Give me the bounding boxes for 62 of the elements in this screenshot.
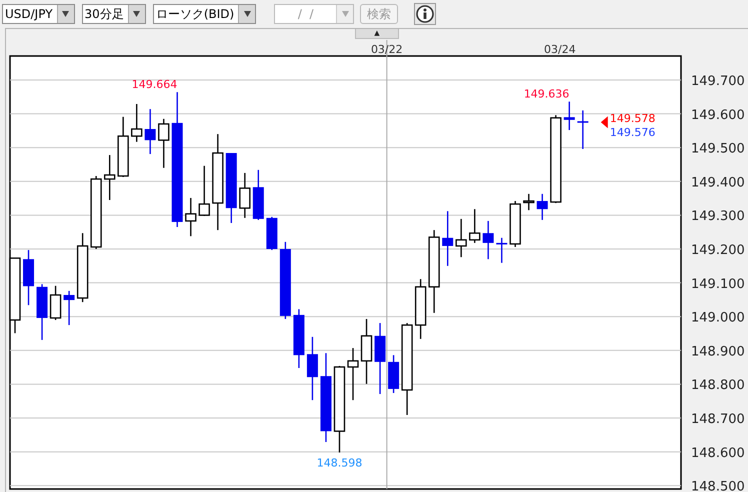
price-axis-label: 148.900	[691, 344, 745, 360]
candlestick	[442, 211, 454, 266]
candlestick	[64, 290, 75, 326]
interval-select[interactable]: 30分足	[82, 4, 146, 24]
price-axis-label: 148.500	[691, 480, 745, 492]
candlestick	[347, 348, 359, 400]
price-axis-label: 149.100	[691, 276, 745, 292]
price-axis-label: 149.300	[691, 209, 745, 224]
candlestick	[577, 110, 588, 149]
candlestick	[360, 318, 372, 384]
candlestick	[510, 201, 521, 247]
candlestick	[104, 155, 116, 200]
candlestick	[252, 170, 264, 220]
candlestick	[496, 238, 508, 263]
candlestick	[388, 355, 400, 393]
candlestick	[293, 309, 304, 368]
price-axis-label: 148.700	[691, 412, 745, 428]
candlestick	[36, 284, 48, 340]
candlestick	[306, 336, 318, 400]
price-axis-label: 149.200	[691, 243, 745, 258]
candlestick	[523, 194, 534, 210]
currency-pair-select[interactable]: USD/JPY	[2, 4, 75, 24]
candlestick	[118, 116, 129, 177]
candlestick	[144, 109, 156, 154]
candlestick	[374, 323, 386, 394]
candlestick	[564, 102, 575, 130]
price-marker-icon	[600, 116, 608, 128]
ask-price-label: 149.578	[610, 112, 656, 126]
chart-type-select[interactable]: ローソク(BID)	[152, 4, 256, 24]
price-axis-label: 149.700	[691, 74, 745, 89]
candlestick	[198, 166, 210, 216]
price-axis-label: 148.800	[691, 378, 745, 394]
candlestick	[23, 250, 34, 306]
candlestick	[185, 198, 196, 236]
info-icon	[416, 5, 434, 23]
candlestick	[131, 104, 142, 142]
high-price-label: 149.636	[524, 88, 570, 101]
candlestick	[76, 233, 88, 302]
date-axis-label: 03/24	[544, 43, 576, 56]
info-button[interactable]	[414, 3, 436, 25]
candlestick	[456, 218, 467, 258]
bid-price-label: 149.576	[610, 126, 656, 139]
price-axis-label: 149.000	[691, 310, 745, 326]
candlestick	[239, 172, 250, 218]
price-axis-label: 149.500	[691, 142, 745, 157]
price-axis-label: 148.600	[691, 446, 745, 461]
high-price-label: 149.664	[132, 78, 178, 92]
low-price-label: 148.598	[316, 456, 362, 470]
caret-icon	[342, 11, 349, 17]
caret-icon	[133, 11, 140, 17]
candlestick	[469, 209, 480, 243]
candlestick	[50, 286, 62, 320]
price-axis-label: 149.600	[691, 108, 745, 123]
candlestick	[536, 194, 548, 220]
date-axis-label: 03/22	[370, 43, 403, 56]
candlestick	[482, 220, 494, 260]
candlestick	[158, 118, 170, 168]
price-axis-label: 149.400	[691, 175, 745, 190]
caret-icon	[62, 11, 70, 17]
caret-icon	[244, 11, 251, 17]
candlestick	[226, 153, 237, 223]
candlestick	[414, 279, 426, 339]
